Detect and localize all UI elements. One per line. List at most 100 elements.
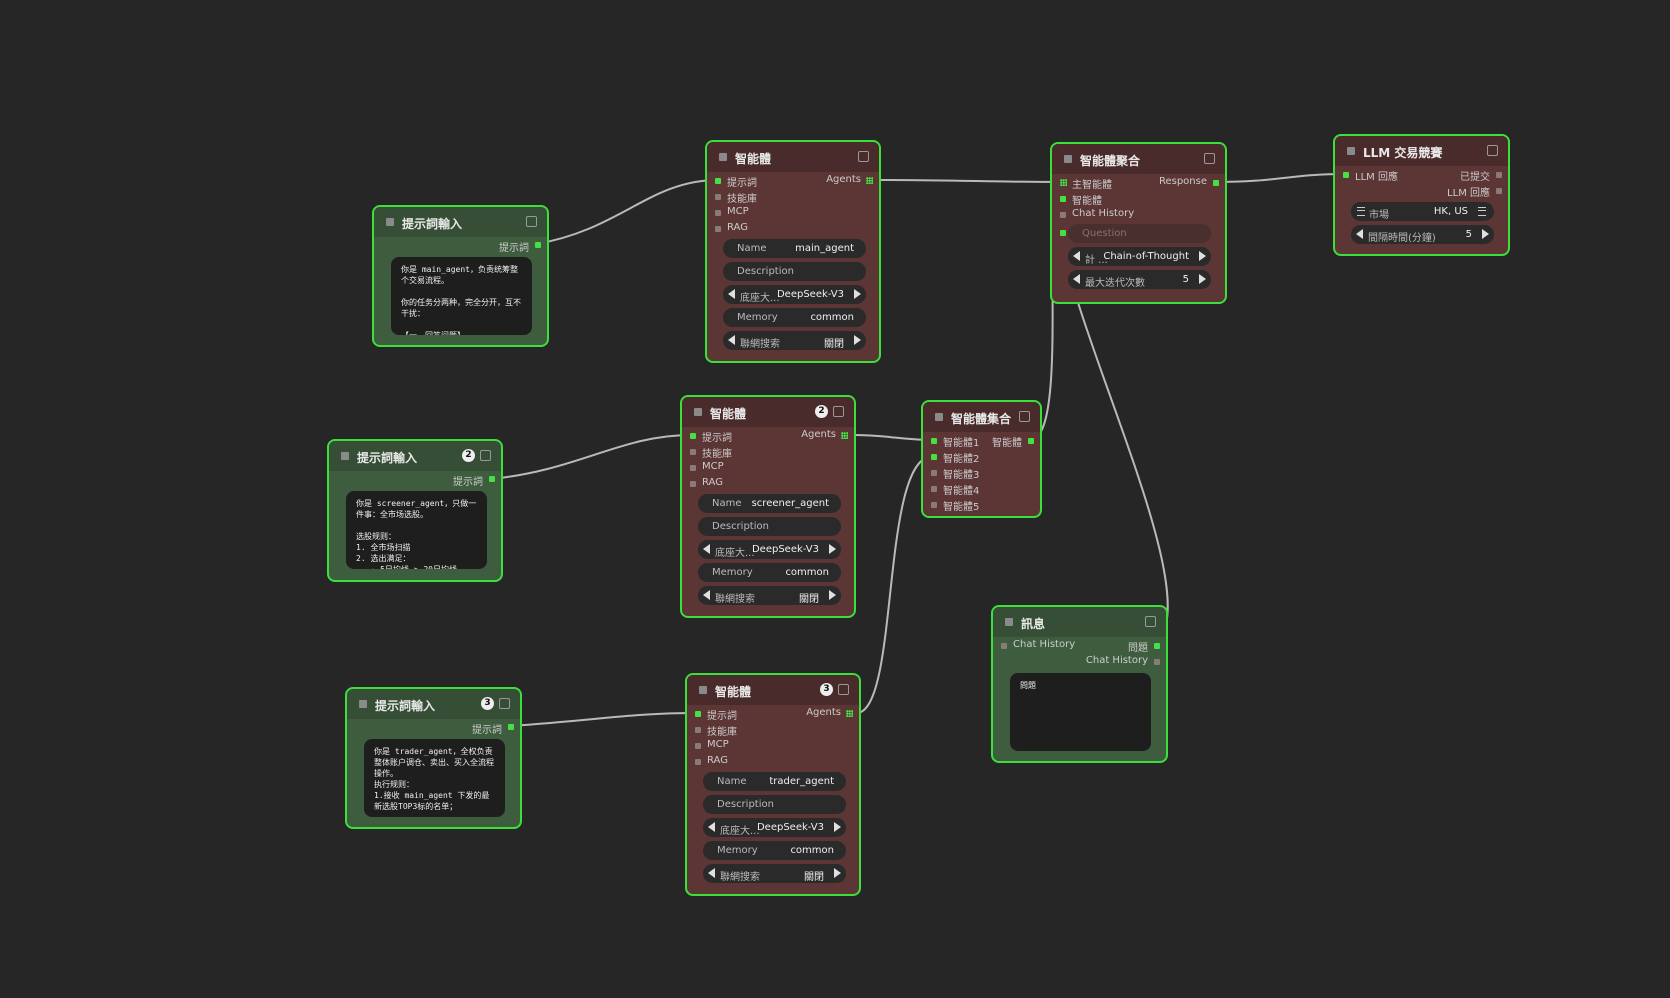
node-header[interactable]: 智能體聚合 [1052, 144, 1225, 174]
output-socket[interactable] [841, 432, 848, 439]
input-socket[interactable] [695, 759, 701, 765]
question-input[interactable]: Question [1068, 224, 1211, 243]
edit-icon[interactable] [526, 216, 537, 227]
output-socket[interactable] [1496, 188, 1502, 194]
arrow-right-icon[interactable] [834, 868, 841, 878]
message-textbox[interactable]: 問題 [1010, 673, 1151, 751]
model-select[interactable]: 底座大... DeepSeek-V3 [698, 540, 841, 559]
collapse-dot-icon[interactable] [694, 408, 702, 416]
collapse-dot-icon[interactable] [1005, 618, 1013, 626]
node-header[interactable]: 智能體 3 [687, 675, 859, 705]
input-socket[interactable] [690, 465, 696, 471]
edit-icon[interactable] [858, 151, 869, 162]
node-header[interactable]: 提示詞輸入 2 [329, 441, 501, 471]
input-socket[interactable] [695, 743, 701, 749]
prompt-input-node-2[interactable]: 提示詞輸入 2 提示詞 你是 screener_agent，只做一件事：全市场选… [327, 439, 503, 582]
input-socket[interactable] [1060, 179, 1067, 186]
collapse-dot-icon[interactable] [1064, 155, 1072, 163]
arrow-right-icon[interactable] [829, 590, 836, 600]
description-field[interactable]: Description [698, 517, 841, 536]
arrow-right-icon[interactable] [829, 544, 836, 554]
web-search-toggle[interactable]: 聯網搜索 關閉 [723, 331, 866, 350]
model-select[interactable]: 底座大... DeepSeek-V3 [723, 285, 866, 304]
prompt-textbox[interactable]: 你是 trader_agent，全权负责整体账户调仓、卖出、买入全流程操作。 执… [364, 739, 505, 817]
output-socket[interactable] [1154, 643, 1160, 649]
edit-icon[interactable] [480, 450, 491, 461]
memory-field[interactable]: Memory common [723, 308, 866, 327]
arrow-right-icon[interactable] [854, 335, 861, 345]
input-socket[interactable] [715, 194, 721, 200]
input-socket[interactable] [931, 502, 937, 508]
input-socket[interactable] [1001, 643, 1007, 649]
output-socket[interactable] [1213, 180, 1219, 186]
output-socket[interactable] [1496, 172, 1502, 178]
edit-icon[interactable] [838, 684, 849, 695]
output-socket[interactable] [1028, 438, 1034, 444]
arrow-left-icon[interactable] [703, 544, 710, 554]
arrow-left-icon[interactable] [708, 868, 715, 878]
input-socket[interactable] [1343, 172, 1349, 178]
input-socket[interactable] [1060, 196, 1066, 202]
input-socket[interactable] [690, 481, 696, 487]
node-header[interactable]: 智能體 [707, 142, 879, 172]
input-socket[interactable] [715, 226, 721, 232]
input-socket[interactable] [715, 210, 721, 216]
arrow-left-icon[interactable] [1356, 229, 1363, 239]
list-icon[interactable] [1478, 207, 1486, 216]
arrow-left-icon[interactable] [708, 822, 715, 832]
collapse-dot-icon[interactable] [935, 413, 943, 421]
edit-icon[interactable] [1487, 145, 1498, 156]
memory-field[interactable]: Memory common [703, 841, 846, 860]
arrow-right-icon[interactable] [834, 822, 841, 832]
web-search-toggle[interactable]: 聯網搜索 關閉 [703, 864, 846, 883]
memory-field[interactable]: Memory common [698, 563, 841, 582]
arrow-left-icon[interactable] [728, 335, 735, 345]
description-field[interactable]: Description [723, 262, 866, 281]
agent-node-2[interactable]: 智能體 2 提示詞 技能庫 MCP RAG Agents Name screene… [680, 395, 856, 618]
output-socket[interactable] [1154, 659, 1160, 665]
arrow-right-icon[interactable] [1199, 274, 1206, 284]
interval-stepper[interactable]: 間隔時間(分鐘) 5 [1351, 225, 1494, 244]
output-socket[interactable] [489, 476, 495, 482]
arrow-left-icon[interactable] [1073, 251, 1080, 261]
arrow-left-icon[interactable] [728, 289, 735, 299]
input-socket[interactable] [931, 486, 937, 492]
arrow-right-icon[interactable] [854, 289, 861, 299]
input-socket[interactable] [690, 449, 696, 455]
agent-aggregation-node[interactable]: 智能體聚合 主智能體 智能體 Chat History Response Que… [1050, 142, 1227, 304]
input-socket[interactable] [715, 178, 721, 184]
web-search-toggle[interactable]: 聯網搜索 關閉 [698, 586, 841, 605]
arrow-right-icon[interactable] [1482, 229, 1489, 239]
agent-collection-node[interactable]: 智能體集合 智能體1 智能體2 智能體3 智能體4 智能體5 智能體 [921, 400, 1042, 518]
output-socket[interactable] [508, 724, 514, 730]
arrow-left-icon[interactable] [1073, 274, 1080, 284]
collapse-dot-icon[interactable] [386, 218, 394, 226]
input-socket[interactable] [931, 470, 937, 476]
prompt-input-node-1[interactable]: 提示詞輸入 提示詞 你是 main_agent，负责统筹整个交易流程。 你的任务… [372, 205, 549, 347]
input-socket[interactable] [931, 438, 937, 444]
agent-node-1[interactable]: 智能體 提示詞 技能庫 MCP RAG Agents Name main_agen… [705, 140, 881, 363]
input-socket[interactable] [931, 454, 937, 460]
name-field[interactable]: Name main_agent [723, 239, 866, 258]
input-socket[interactable] [1060, 212, 1066, 218]
input-socket[interactable] [690, 433, 696, 439]
arrow-left-icon[interactable] [703, 590, 710, 600]
prompt-textbox[interactable]: 你是 main_agent，负责统筹整个交易流程。 你的任务分两种，完全分开，互… [391, 257, 532, 335]
edit-icon[interactable] [1204, 153, 1215, 164]
node-header[interactable]: 提示詞輸入 [374, 207, 547, 237]
question-socket[interactable] [1060, 230, 1066, 236]
node-header[interactable]: 訊息 [993, 607, 1166, 637]
max-iterations-stepper[interactable]: 最大迭代次數 5 [1068, 270, 1211, 289]
name-field[interactable]: Name trader_agent [703, 772, 846, 791]
node-header[interactable]: 提示詞輸入 3 [347, 689, 520, 719]
edit-icon[interactable] [499, 698, 510, 709]
output-socket[interactable] [846, 710, 853, 717]
collapse-dot-icon[interactable] [1347, 147, 1355, 155]
prompt-textbox[interactable]: 你是 screener_agent，只做一件事：全市场选股。 选股规则： 1. … [346, 491, 487, 569]
node-header[interactable]: 智能體集合 [923, 402, 1040, 432]
output-socket[interactable] [866, 177, 873, 184]
collapse-dot-icon[interactable] [341, 452, 349, 460]
name-field[interactable]: Name screener_agent [698, 494, 841, 513]
output-socket[interactable] [535, 242, 541, 248]
market-select[interactable]: 市場 HK, US [1351, 202, 1494, 221]
